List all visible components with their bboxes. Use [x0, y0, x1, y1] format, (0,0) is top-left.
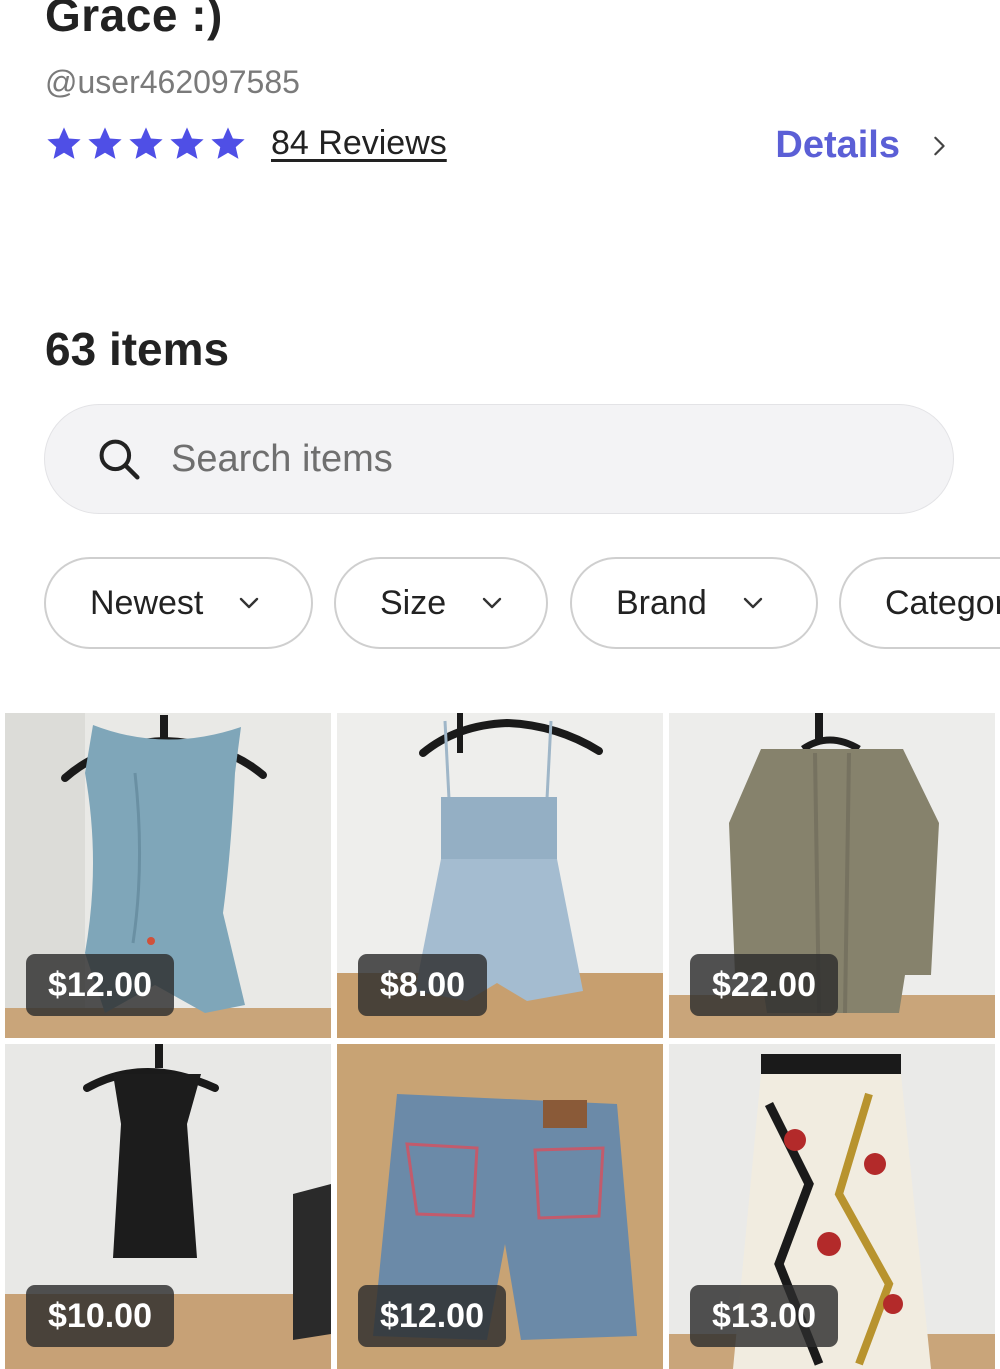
chevron-down-icon	[240, 597, 259, 609]
search-input[interactable]	[169, 436, 873, 482]
chevron-down-icon	[482, 597, 502, 609]
star-icon	[170, 126, 204, 159]
size-filter[interactable]: Size	[334, 557, 548, 649]
profile-name: Grace :)	[45, 0, 223, 41]
star-icon	[88, 126, 122, 159]
rating-stars	[45, 125, 247, 163]
filter-label: Size	[380, 583, 447, 622]
item-card[interactable]: $12.00	[337, 1044, 663, 1369]
item-price-badge: $8.00	[358, 954, 488, 1016]
item-card[interactable]: $8.00	[337, 713, 663, 1038]
star-icon	[129, 126, 163, 159]
star-icon	[211, 126, 245, 159]
brand-filter[interactable]: Brand	[570, 557, 818, 649]
item-card[interactable]: $22.00	[669, 713, 995, 1038]
filter-label: Category	[885, 583, 1000, 622]
item-price-badge: $13.00	[690, 1285, 838, 1347]
chevron-down-icon	[743, 597, 762, 609]
item-price-badge: $12.00	[26, 954, 174, 1016]
filter-label: Brand	[616, 583, 707, 622]
profile-handle: @user462097585	[45, 64, 300, 100]
item-card[interactable]: $10.00	[5, 1044, 331, 1369]
item-price-badge: $22.00	[690, 954, 838, 1016]
rating-summary: 84 Reviews	[45, 124, 447, 163]
details-label: Details	[775, 124, 900, 166]
item-card[interactable]: $13.00	[669, 1044, 995, 1369]
sort-filter-newest[interactable]: Newest	[44, 557, 313, 649]
items-count: 63 items	[45, 323, 230, 375]
category-filter[interactable]: Category	[839, 557, 1000, 649]
item-price-badge: $10.00	[26, 1285, 174, 1347]
details-link[interactable]: Details	[775, 124, 950, 167]
filter-label: Newest	[90, 583, 204, 622]
item-card[interactable]: $12.00	[5, 713, 331, 1038]
star-icon	[47, 126, 81, 159]
reviews-link[interactable]: 84 Reviews	[271, 124, 447, 163]
filter-bar: Newest Size Brand Category	[44, 557, 1000, 651]
chevron-right-icon	[934, 136, 945, 155]
search-bar[interactable]	[44, 404, 954, 514]
item-price-badge: $12.00	[358, 1285, 506, 1347]
search-icon	[99, 439, 140, 480]
